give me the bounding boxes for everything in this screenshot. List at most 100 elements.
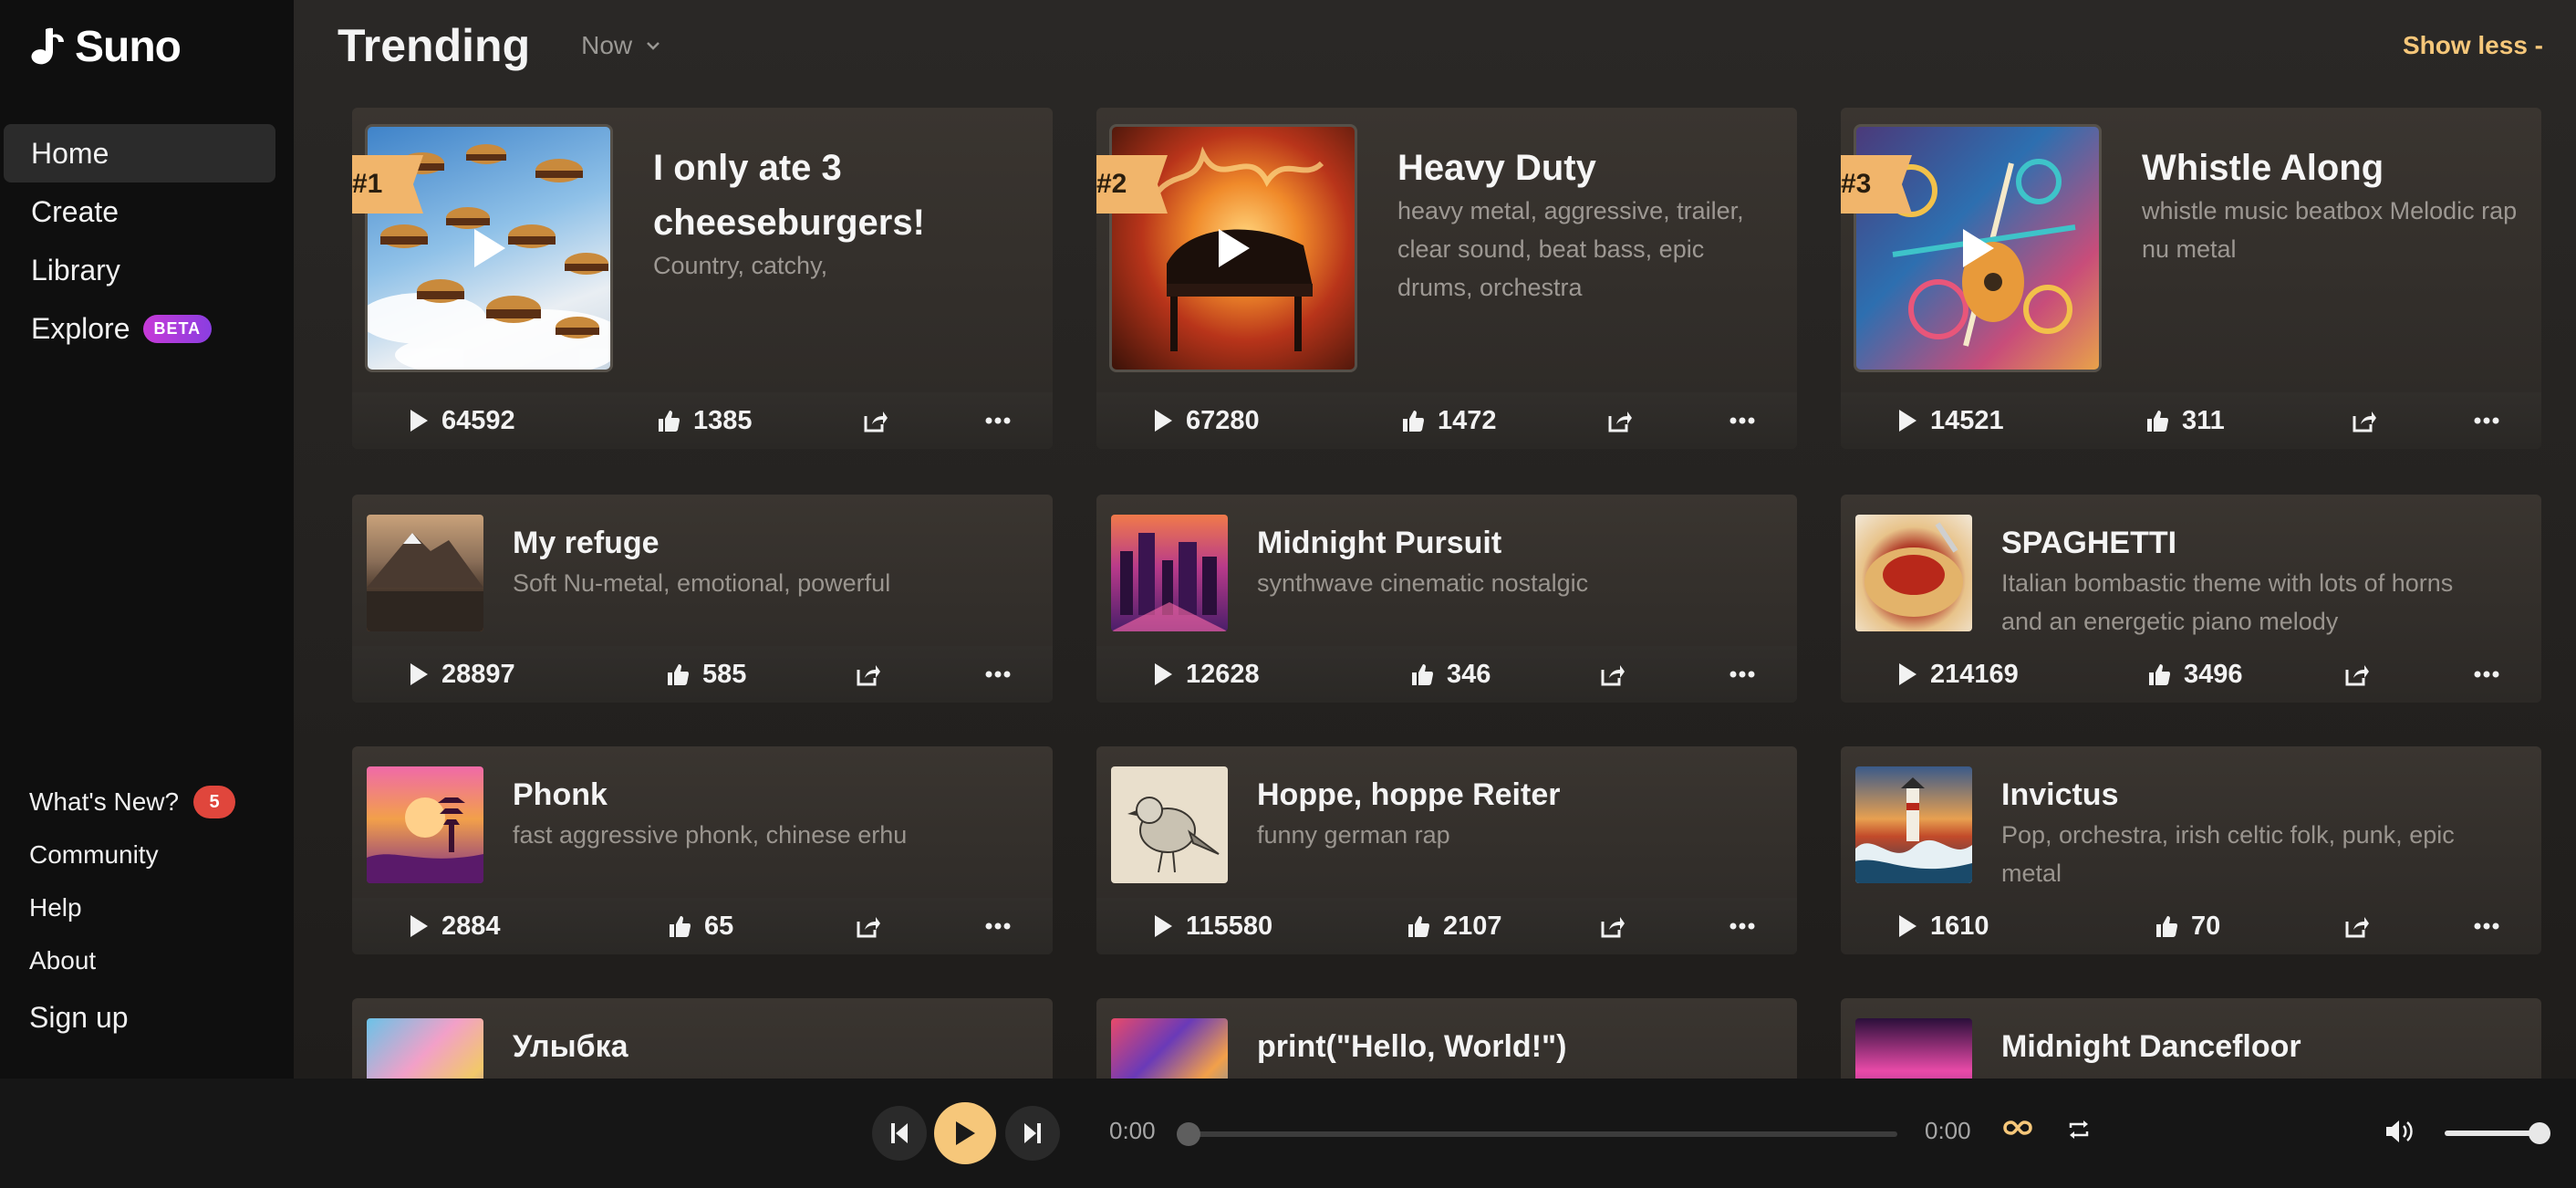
song-card[interactable]: Hoppe, hoppe Reiter funny german rap 115… [1096, 746, 1797, 954]
more-options-icon[interactable] [2474, 671, 2499, 678]
play-count[interactable]: 115580 [1153, 912, 1272, 942]
nav-home[interactable]: Home [4, 124, 275, 182]
song-artwork[interactable] [1111, 1018, 1228, 1079]
progress-track[interactable] [1184, 1131, 1897, 1137]
next-button[interactable] [1005, 1106, 1060, 1161]
song-title[interactable]: Heavy Duty [1397, 141, 1762, 195]
song-artwork[interactable] [1855, 515, 1972, 631]
play-count[interactable]: 28897 [409, 660, 515, 690]
play-overlay-icon[interactable] [471, 227, 507, 269]
like-button[interactable]: 1385 [657, 406, 753, 436]
like-button[interactable]: 65 [668, 912, 733, 942]
song-title[interactable]: Invictus [2001, 777, 2494, 813]
share-icon[interactable] [1600, 662, 1626, 686]
play-count[interactable]: 2884 [409, 912, 501, 942]
volume-knob[interactable] [2529, 1122, 2550, 1144]
song-card[interactable]: Invictus Pop, orchestra, irish celtic fo… [1841, 746, 2541, 954]
share-icon[interactable] [856, 914, 881, 938]
play-count[interactable]: 214169 [1897, 660, 2019, 690]
show-less-button[interactable]: Show less - [2403, 31, 2543, 60]
suno-logo[interactable]: Suno [27, 24, 182, 71]
about-link[interactable]: About [29, 934, 275, 987]
share-icon[interactable] [1600, 914, 1626, 938]
like-button[interactable]: 1472 [1401, 406, 1497, 436]
main-nav: Home Create Library Explore BETA [4, 124, 275, 358]
song-artwork[interactable] [1111, 766, 1228, 883]
song-title[interactable]: Whistle Along [2142, 141, 2507, 195]
featured-song-card-2[interactable]: #2 Heavy Duty heavy metal, aggressive, t… [1096, 108, 1797, 449]
play-overlay-icon[interactable] [1215, 227, 1252, 269]
progress-knob[interactable] [1177, 1122, 1200, 1146]
song-title[interactable]: Улыбка [513, 1029, 1005, 1065]
community-link[interactable]: Community [29, 828, 275, 881]
whats-new-link[interactable]: What's New? 5 [29, 776, 275, 828]
song-card[interactable]: SPAGHETTI Italian bombastic theme with l… [1841, 495, 2541, 703]
previous-button[interactable] [872, 1106, 927, 1161]
share-icon[interactable] [856, 662, 881, 686]
sign-up-link[interactable]: Sign up [29, 991, 275, 1044]
share-icon[interactable] [2344, 914, 2370, 938]
play-count[interactable]: 64592 [409, 406, 515, 436]
song-artwork[interactable] [1855, 1018, 1972, 1079]
share-icon[interactable] [2352, 409, 2377, 432]
song-artwork[interactable] [1111, 515, 1228, 631]
more-options-icon[interactable] [1729, 922, 1755, 930]
song-title[interactable]: Phonk [513, 777, 1005, 813]
song-title[interactable]: Midnight Dancefloor [2001, 1029, 2494, 1065]
song-artwork[interactable] [1855, 766, 1972, 883]
song-card[interactable]: print("Hello, World!") [1096, 998, 1797, 1079]
song-artwork[interactable] [367, 515, 483, 631]
repeat-icon[interactable] [2067, 1119, 2091, 1141]
more-options-icon[interactable] [985, 417, 1011, 424]
song-title[interactable]: Midnight Pursuit [1257, 526, 1750, 561]
song-card[interactable]: Midnight Dancefloor [1841, 998, 2541, 1079]
community-label: Community [29, 840, 159, 869]
like-button[interactable]: 70 [2155, 912, 2220, 942]
song-artwork[interactable] [367, 766, 483, 883]
share-icon[interactable] [2344, 662, 2370, 686]
song-title[interactable]: SPAGHETTI [2001, 526, 2494, 561]
nav-explore[interactable]: Explore BETA [4, 299, 275, 358]
more-options-icon[interactable] [1729, 417, 1755, 424]
volume-icon[interactable] [2384, 1119, 2415, 1144]
like-button[interactable]: 2107 [1407, 912, 1502, 942]
help-link[interactable]: Help [29, 881, 275, 934]
more-options-icon[interactable] [1729, 671, 1755, 678]
more-options-icon[interactable] [985, 922, 1011, 930]
featured-song-card-3[interactable]: #3 Whistle Along whistle music beatbox M… [1841, 108, 2541, 449]
song-card[interactable]: Phonk fast aggressive phonk, chinese erh… [352, 746, 1053, 954]
song-card[interactable]: Улыбка [352, 998, 1053, 1079]
like-button[interactable]: 585 [666, 660, 746, 690]
more-options-icon[interactable] [985, 671, 1011, 678]
time-filter-label: Now [581, 31, 633, 59]
play-count[interactable]: 12628 [1153, 660, 1260, 690]
nav-library[interactable]: Library [4, 241, 275, 299]
share-icon[interactable] [863, 409, 888, 432]
like-button[interactable]: 3496 [2147, 660, 2243, 690]
song-card[interactable]: Midnight Pursuit synthwave cinematic nos… [1096, 495, 1797, 703]
more-options-icon[interactable] [2474, 417, 2499, 424]
song-title[interactable]: I only ate 3 cheeseburgers! [653, 141, 1018, 250]
more-options-icon[interactable] [2474, 922, 2499, 930]
infinity-loop-icon[interactable] [2003, 1119, 2032, 1137]
song-title[interactable]: Hoppe, hoppe Reiter [1257, 777, 1750, 813]
featured-song-card-1[interactable]: #1 I only ate 3 cheeseburgers! Country, … [352, 108, 1053, 449]
share-icon[interactable] [1607, 409, 1633, 432]
play-overlay-icon[interactable] [1959, 227, 1996, 269]
time-filter-dropdown[interactable]: Now [581, 31, 661, 60]
player-bar: 0:00 0:00 [0, 1079, 2576, 1188]
play-count[interactable]: 14521 [1897, 406, 2004, 436]
song-title[interactable]: print("Hello, World!") [1257, 1029, 1750, 1065]
play-icon [410, 410, 428, 432]
song-artwork[interactable] [367, 1018, 483, 1079]
song-card[interactable]: My refuge Soft Nu-metal, emotional, powe… [352, 495, 1053, 703]
song-title[interactable]: My refuge [513, 526, 1005, 561]
play-count[interactable]: 67280 [1153, 406, 1260, 436]
like-button[interactable]: 311 [2145, 406, 2225, 436]
volume-slider[interactable] [2445, 1131, 2540, 1136]
play-count[interactable]: 1610 [1897, 912, 1989, 942]
play-button[interactable] [934, 1102, 996, 1164]
nav-create[interactable]: Create [4, 182, 275, 241]
like-button[interactable]: 346 [1410, 660, 1491, 690]
play-count-value: 12628 [1186, 659, 1260, 689]
